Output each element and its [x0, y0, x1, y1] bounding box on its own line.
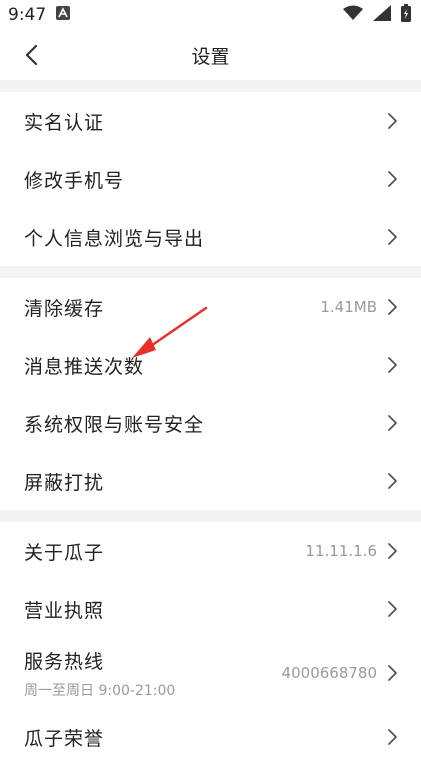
row-personal-info-export[interactable]: 个人信息浏览与导出 — [0, 208, 421, 266]
row-label: 清除缓存 — [24, 297, 105, 320]
battery-icon — [401, 3, 411, 27]
row-label: 系统权限与账号安全 — [24, 413, 205, 436]
signal-icon — [373, 4, 391, 26]
row-right — [387, 356, 399, 374]
row-label: 屏蔽打扰 — [24, 471, 105, 494]
status-bar: 9:47 — [0, 0, 421, 30]
notification-a-icon — [56, 5, 71, 25]
row-permissions-security[interactable]: 系统权限与账号安全 — [0, 394, 421, 452]
back-button[interactable] — [16, 40, 46, 70]
chevron-right-icon — [388, 601, 397, 617]
row-label: 营业执照 — [24, 599, 105, 622]
row-honors[interactable]: 瓜子荣誉 — [0, 708, 421, 766]
chevron-right-icon — [388, 171, 397, 187]
row-right — [387, 600, 399, 618]
group-divider — [0, 266, 421, 278]
row-label: 修改手机号 — [24, 169, 125, 192]
row-text-col: 服务热线 周一至周日 9:00-21:00 — [24, 647, 175, 700]
settings-group-app: 清除缓存 1.41MB 消息推送次数 系统权限与账号安全 屏蔽打扰 — [0, 278, 421, 510]
row-block-disturb[interactable]: 屏蔽打扰 — [0, 452, 421, 510]
settings-group-account: 实名认证 修改手机号 个人信息浏览与导出 — [0, 92, 421, 266]
row-label: 瓜子荣誉 — [24, 727, 105, 750]
chevron-right-icon — [388, 665, 397, 681]
row-push-frequency[interactable]: 消息推送次数 — [0, 336, 421, 394]
page-title: 设置 — [191, 45, 230, 68]
row-right — [387, 112, 399, 130]
chevron-right-icon — [388, 299, 397, 315]
version-value: 11.11.1.6 — [305, 542, 377, 560]
row-service-hotline[interactable]: 服务热线 周一至周日 9:00-21:00 4000668780 — [0, 638, 421, 708]
row-right: 11.11.1.6 — [305, 542, 399, 560]
wifi-icon — [343, 5, 363, 26]
settings-group-about: 关于瓜子 11.11.1.6 营业执照 服务热线 周一至周日 9:00-21:0… — [0, 522, 421, 766]
row-clear-cache[interactable]: 清除缓存 1.41MB — [0, 278, 421, 336]
status-left: 9:47 — [8, 5, 71, 25]
row-right — [387, 728, 399, 746]
chevron-right-icon — [388, 113, 397, 129]
back-chevron-icon — [25, 44, 38, 66]
chevron-right-icon — [388, 415, 397, 431]
group-divider — [0, 510, 421, 522]
row-label: 个人信息浏览与导出 — [24, 227, 205, 250]
service-hours: 周一至周日 9:00-21:00 — [24, 682, 176, 699]
chevron-right-icon — [388, 543, 397, 559]
row-right — [387, 228, 399, 246]
nav-bar: 设置 — [0, 30, 421, 80]
chevron-right-icon — [388, 229, 397, 245]
cache-size-value: 1.41MB — [320, 298, 377, 316]
row-about[interactable]: 关于瓜子 11.11.1.6 — [0, 522, 421, 580]
row-label: 消息推送次数 — [24, 355, 145, 378]
row-change-phone[interactable]: 修改手机号 — [0, 150, 421, 208]
row-real-name-auth[interactable]: 实名认证 — [0, 92, 421, 150]
row-business-license[interactable]: 营业执照 — [0, 580, 421, 638]
row-right: 1.41MB — [320, 298, 399, 316]
chevron-right-icon — [388, 357, 397, 373]
row-label: 服务热线 — [24, 650, 105, 673]
status-time: 9:47 — [8, 5, 47, 25]
row-right — [387, 472, 399, 490]
row-label: 实名认证 — [24, 111, 105, 134]
chevron-right-icon — [388, 473, 397, 489]
row-label: 关于瓜子 — [24, 541, 105, 564]
row-right: 4000668780 — [282, 664, 399, 682]
status-right — [343, 3, 411, 27]
chevron-right-icon — [388, 729, 397, 745]
row-right — [387, 414, 399, 432]
hotline-number: 4000668780 — [281, 664, 377, 682]
row-right — [387, 170, 399, 188]
group-divider — [0, 80, 421, 92]
